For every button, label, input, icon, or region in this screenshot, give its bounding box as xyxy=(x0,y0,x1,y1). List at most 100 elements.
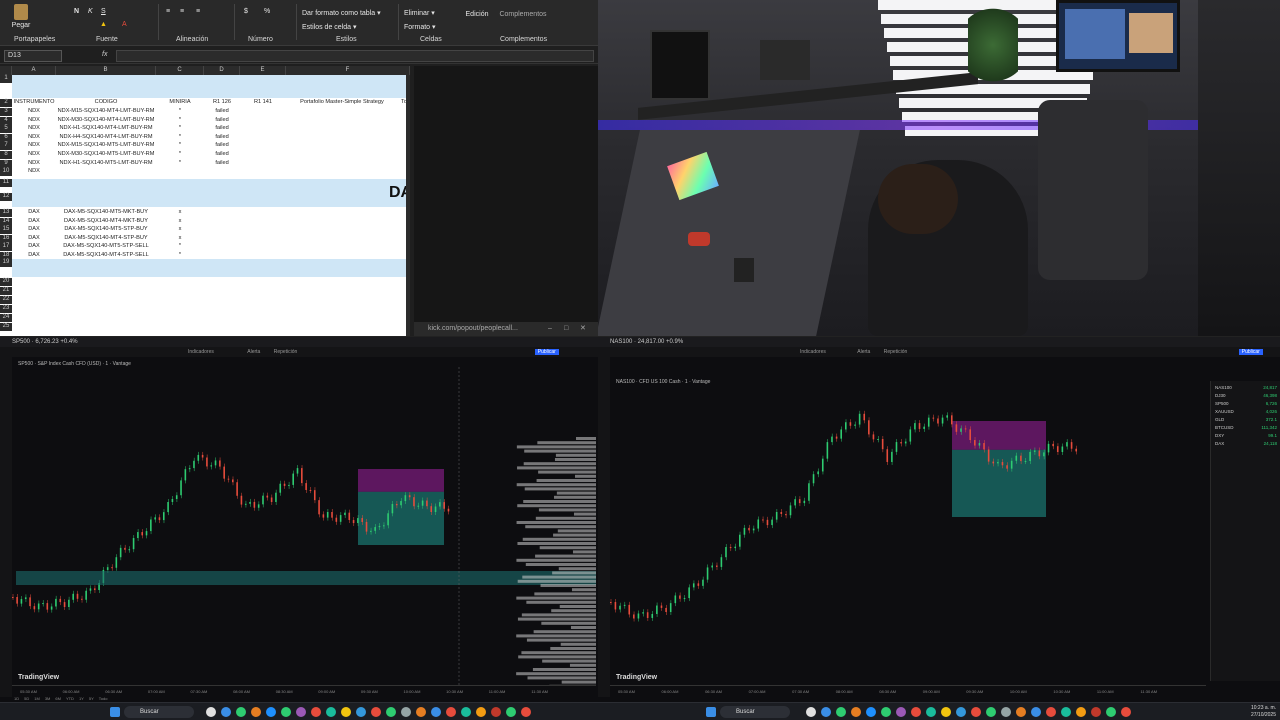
windows-start-icon-2[interactable] xyxy=(706,707,716,717)
range-button[interactable]: YTD xyxy=(66,696,74,701)
range-button[interactable]: 5D xyxy=(24,696,29,701)
row-header[interactable]: 17 xyxy=(0,243,12,252)
fill-color-icon[interactable]: ▲ xyxy=(100,21,107,28)
fx-icon[interactable]: fx xyxy=(102,51,107,58)
cell-code[interactable]: DAX-M5-SQX140-MT5-STP-BUY xyxy=(56,226,156,232)
col-header-e[interactable]: E xyxy=(240,66,286,75)
cell-code[interactable]: NDX-M15-SQX140-MT4-LMT-BUY-RM xyxy=(56,108,156,114)
watchlist-row[interactable]: BTCUSD 111,342 xyxy=(1215,425,1277,430)
italic-button[interactable]: K xyxy=(88,8,93,15)
col-header-a[interactable]: A xyxy=(12,66,56,75)
cell-code[interactable]: DAX-M5-SQX140-MT4-MKT-BUY xyxy=(56,218,156,224)
cell-mark[interactable]: x xyxy=(156,226,204,232)
cell-mark[interactable]: * xyxy=(156,243,204,249)
range-button[interactable]: Todo xyxy=(99,696,108,701)
row-header[interactable]: 24 xyxy=(0,314,12,322)
cell-code[interactable]: NDX-M30-SQX140-MT5-LMT-BUY-RM xyxy=(56,151,156,157)
cell-mark[interactable]: x xyxy=(156,209,204,215)
font-color-icon[interactable]: A xyxy=(122,21,127,28)
taskbar-app-icon[interactable] xyxy=(881,707,891,717)
taskbar-app-icon[interactable] xyxy=(806,707,816,717)
delete-button[interactable]: Eliminar ▾ xyxy=(404,9,435,17)
taskbar-app-icon[interactable] xyxy=(236,707,246,717)
row-header[interactable]: 6 xyxy=(0,133,12,142)
indicators-button[interactable]: Indicadores xyxy=(188,349,214,355)
taskbar-app-icon[interactable] xyxy=(386,707,396,717)
taskbar-app-icon[interactable] xyxy=(491,707,501,717)
taskbar-app-icon[interactable] xyxy=(896,707,906,717)
format-as-table-button[interactable]: Dar formato como tabla ▾ xyxy=(302,9,381,17)
formula-input[interactable] xyxy=(116,50,594,62)
addins-button[interactable]: Complementos xyxy=(498,11,548,18)
taskbar-app-icon[interactable] xyxy=(341,707,351,717)
watchlist-row[interactable]: SP500 6,726 xyxy=(1215,401,1277,406)
row-header[interactable]: 21 xyxy=(0,287,12,295)
cell-mark[interactable]: * xyxy=(156,160,204,166)
taskbar-app-icon[interactable] xyxy=(1001,707,1011,717)
watchlist-row[interactable]: DAX 24,118 xyxy=(1215,441,1277,446)
row-header[interactable]: 19 xyxy=(0,259,12,267)
col-header-c[interactable]: C xyxy=(156,66,204,75)
cell-code[interactable]: NDX-M15-SQX140-MT5-LMT-BUY-RM xyxy=(56,142,156,148)
cell-code[interactable]: DAX-M5-SQX140-MT4-STP-SELL xyxy=(56,252,156,258)
taskbar-app-icon[interactable] xyxy=(356,707,366,717)
cell-mark[interactable]: * xyxy=(156,151,204,157)
cell-instrument[interactable]: NDX xyxy=(12,125,56,131)
row-header[interactable]: 5 xyxy=(0,125,12,134)
underline-button[interactable]: S xyxy=(101,8,106,15)
taskbar-app-icon[interactable] xyxy=(401,707,411,717)
taskbar-search-2[interactable]: Buscar xyxy=(720,706,790,718)
cell-instrument[interactable]: NDX xyxy=(12,117,56,123)
cell-status[interactable]: failed xyxy=(204,117,240,123)
row-header[interactable]: 20 xyxy=(0,278,12,286)
alert-button[interactable]: Alerta xyxy=(247,349,260,355)
cell-instrument[interactable]: DAX xyxy=(12,226,56,232)
align-right-icon[interactable]: ≡ xyxy=(196,8,200,15)
drawing-tools[interactable] xyxy=(598,357,610,697)
cell-mark[interactable]: * xyxy=(156,108,204,114)
taskbar-app-icon[interactable] xyxy=(1031,707,1041,717)
row-header[interactable]: 16 xyxy=(0,234,12,243)
cell-code[interactable]: DAX-M5-SQX140-MT4-STP-BUY xyxy=(56,235,156,241)
taskbar-app-icon[interactable] xyxy=(326,707,336,717)
indicators-button[interactable]: Indicadores xyxy=(800,349,826,355)
cell-instrument[interactable]: DAX xyxy=(12,209,56,215)
row-header[interactable]: 12 xyxy=(0,193,12,201)
cell-mark[interactable]: x xyxy=(156,218,204,224)
chart-tab-title[interactable]: SP500 · 6,726.23 +0.4% xyxy=(12,339,78,345)
cell-instrument[interactable]: NDX xyxy=(12,151,56,157)
taskbar-app-icon[interactable] xyxy=(416,707,426,717)
replay-button[interactable]: Repetición xyxy=(274,349,298,355)
taskbar-clock[interactable]: 10:23 a. m. 27/10/2025 xyxy=(1234,705,1276,719)
cell-status[interactable]: failed xyxy=(204,142,240,148)
name-box[interactable]: D13 xyxy=(4,50,62,62)
taskbar-app-icon[interactable] xyxy=(1046,707,1056,717)
kick-popout-tab[interactable]: kick.com/popout/peoplecall... – □ ✕ xyxy=(414,322,598,336)
cell-code[interactable]: NDX-H4-SQX140-MT4-LMT-BUY-RM xyxy=(56,134,156,140)
row-header[interactable]: 11 xyxy=(0,179,12,187)
row-header[interactable]: 3 xyxy=(0,108,12,116)
taskbar-app-icon[interactable] xyxy=(986,707,996,717)
cell-mark[interactable]: * xyxy=(156,125,204,131)
row-header[interactable]: 13 xyxy=(0,209,12,217)
range-button[interactable]: 5Y xyxy=(89,696,94,701)
range-button[interactable]: 1Y xyxy=(79,696,84,701)
taskbar-app-icon[interactable] xyxy=(221,707,231,717)
taskbar-app-icon[interactable] xyxy=(1121,707,1131,717)
chart-tab-title[interactable]: NAS100 · 24,817.00 +0.9% xyxy=(610,339,683,345)
taskbar-app-icon[interactable] xyxy=(281,707,291,717)
taskbar-app-icon[interactable] xyxy=(446,707,456,717)
taskbar-app-icon[interactable] xyxy=(521,707,531,717)
alert-button[interactable]: Alerta xyxy=(857,349,870,355)
row-header[interactable]: 7 xyxy=(0,142,12,151)
cell-instrument[interactable]: DAX xyxy=(12,252,56,258)
cell-code[interactable]: DAX-M5-SQX140-MT5-STP-SELL xyxy=(56,243,156,249)
cell-status[interactable]: failed xyxy=(204,160,240,166)
taskbar-app-icon[interactable] xyxy=(941,707,951,717)
align-left-icon[interactable]: ≡ xyxy=(166,8,170,15)
cell-instrument[interactable]: NDX xyxy=(12,168,56,174)
cell-mark[interactable]: * xyxy=(156,134,204,140)
row-header[interactable]: 15 xyxy=(0,226,12,235)
cell-status[interactable]: failed xyxy=(204,108,240,114)
replay-button[interactable]: Repetición xyxy=(884,349,908,355)
